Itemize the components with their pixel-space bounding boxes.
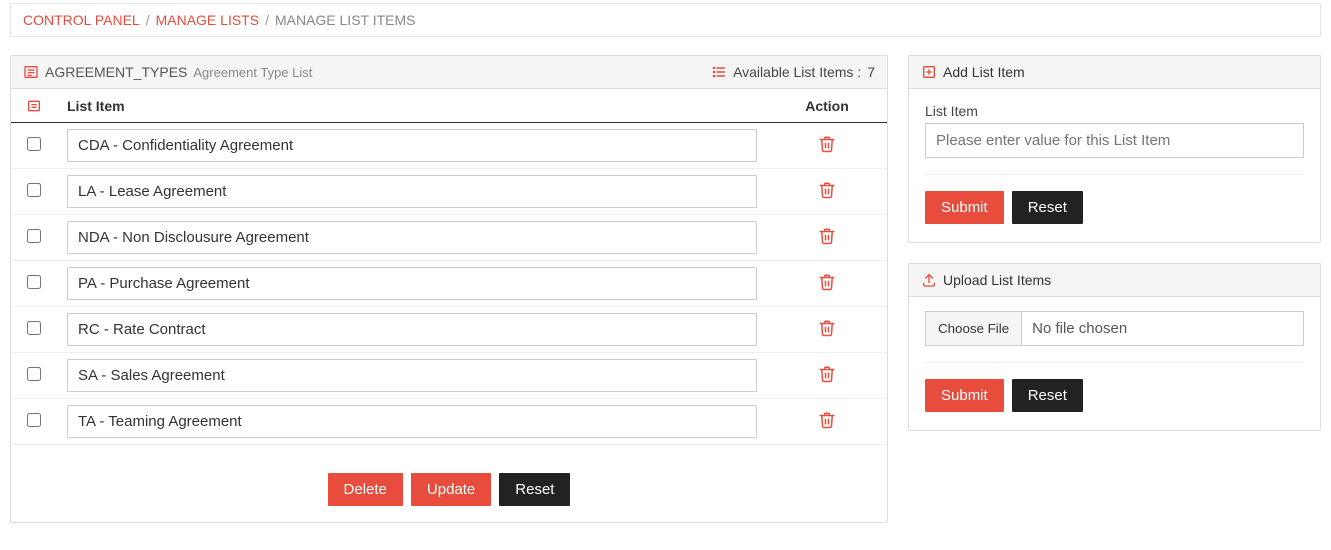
add-panel-title: Add List Item <box>943 64 1025 80</box>
file-chosen-label: No file chosen <box>1022 312 1303 345</box>
select-all-icon[interactable] <box>26 98 42 114</box>
delete-button[interactable]: Delete <box>328 473 403 506</box>
breadcrumb-link-control-panel[interactable]: CONTROL PANEL <box>23 12 140 28</box>
update-button[interactable]: Update <box>411 473 491 506</box>
add-field-label: List Item <box>925 103 1304 119</box>
upload-submit-button[interactable]: Submit <box>925 379 1004 412</box>
delete-row-button[interactable] <box>816 132 838 159</box>
trash-icon <box>818 418 836 433</box>
trash-icon <box>818 234 836 249</box>
breadcrumb-sep: / <box>146 12 150 28</box>
choose-file-button[interactable]: Choose File <box>926 312 1022 345</box>
add-submit-button[interactable]: Submit <box>925 191 1004 224</box>
delete-row-button[interactable] <box>816 408 838 435</box>
breadcrumb-sep: / <box>265 12 269 28</box>
breadcrumb: CONTROL PANEL / MANAGE LISTS / MANAGE LI… <box>10 3 1321 37</box>
panel-title-code: AGREEMENT_TYPES <box>45 64 187 80</box>
breadcrumb-current: MANAGE LIST ITEMS <box>275 12 416 28</box>
list-item-input[interactable] <box>67 405 757 438</box>
trash-icon <box>818 372 836 387</box>
table-row <box>11 123 887 169</box>
reset-button[interactable]: Reset <box>499 473 570 506</box>
trash-icon <box>818 188 836 203</box>
row-checkbox[interactable] <box>27 183 41 197</box>
delete-row-button[interactable] <box>816 362 838 389</box>
table-row <box>11 169 887 215</box>
upload-panel-title: Upload List Items <box>943 272 1051 288</box>
table-row <box>11 215 887 261</box>
list-item-input[interactable] <box>67 359 757 392</box>
upload-reset-button[interactable]: Reset <box>1012 379 1083 412</box>
delete-row-button[interactable] <box>816 178 838 205</box>
breadcrumb-link-manage-lists[interactable]: MANAGE LISTS <box>156 12 259 28</box>
list-panel: AGREEMENT_TYPES Agreement Type List <box>10 55 888 523</box>
row-checkbox[interactable] <box>27 367 41 381</box>
list-item-input[interactable] <box>67 129 757 162</box>
panel-title-desc: Agreement Type List <box>193 65 312 80</box>
trash-icon <box>818 142 836 157</box>
list-detail-icon <box>23 64 39 80</box>
column-header-item: List Item <box>57 89 767 123</box>
row-checkbox[interactable] <box>27 275 41 289</box>
list-item-input[interactable] <box>67 267 757 300</box>
available-items-count: 7 <box>867 64 875 80</box>
table-row <box>11 261 887 307</box>
upload-list-items-panel: Upload List Items Choose File No file ch… <box>908 263 1321 431</box>
list-item-input[interactable] <box>67 175 757 208</box>
delete-row-button[interactable] <box>816 316 838 343</box>
row-checkbox[interactable] <box>27 137 41 151</box>
trash-icon <box>818 280 836 295</box>
trash-icon <box>818 326 836 341</box>
list-item-input[interactable] <box>67 313 757 346</box>
add-list-item-input[interactable] <box>925 123 1304 158</box>
upload-icon <box>921 272 937 288</box>
delete-row-button[interactable] <box>816 224 838 251</box>
add-reset-button[interactable]: Reset <box>1012 191 1083 224</box>
delete-row-button[interactable] <box>816 270 838 297</box>
row-checkbox[interactable] <box>27 321 41 335</box>
row-checkbox[interactable] <box>27 229 41 243</box>
table-row <box>11 399 887 445</box>
table-row <box>11 353 887 399</box>
list-icon <box>711 64 727 80</box>
column-header-action: Action <box>767 89 887 123</box>
plus-icon <box>921 64 937 80</box>
row-checkbox[interactable] <box>27 413 41 427</box>
table-row <box>11 307 887 353</box>
add-list-item-panel: Add List Item List Item Submit Reset <box>908 55 1321 243</box>
list-item-input[interactable] <box>67 221 757 254</box>
available-items-label: Available List Items : <box>733 64 861 80</box>
